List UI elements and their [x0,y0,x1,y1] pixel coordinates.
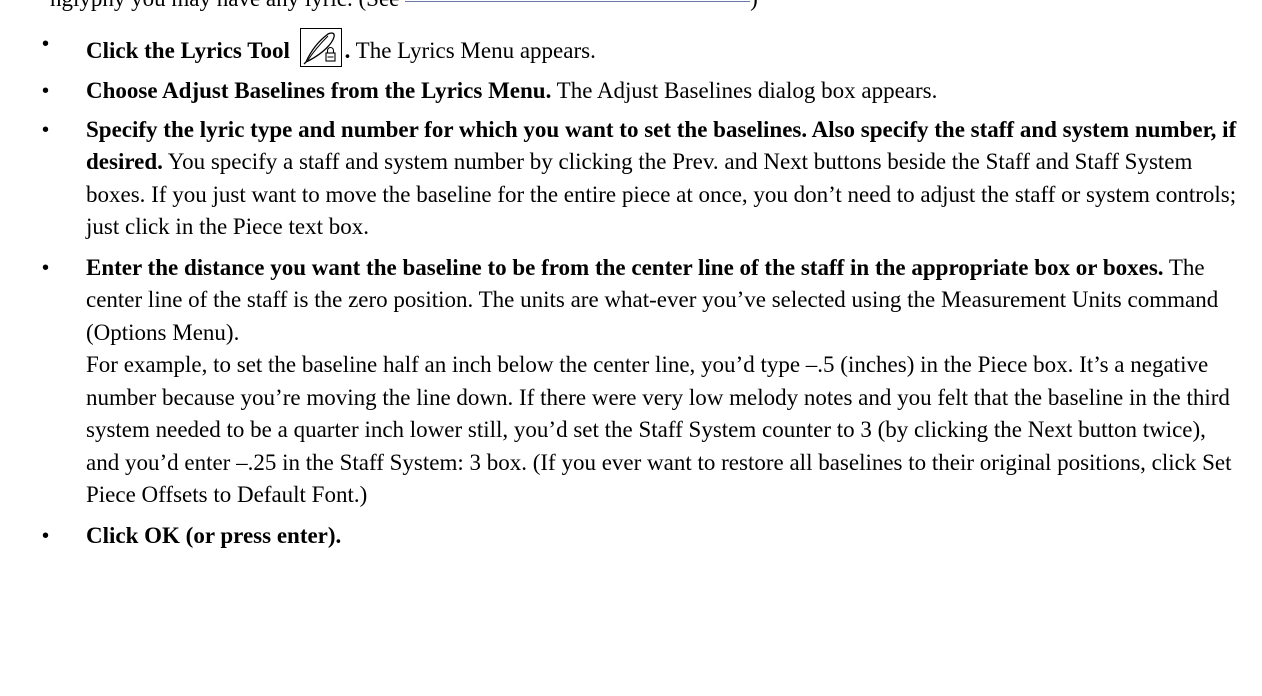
step-item-click-ok: • Click OK (or press enter). [0,520,1262,553]
bullet-marker: • [42,524,50,547]
step-instruction-bold: Click the Lyrics Tool [86,38,290,63]
bullet-marker: • [42,256,50,279]
instruction-steps-list: • Click the Lyrics Tool . The Lyrics Men… [0,28,1262,552]
step-item-click-lyrics-tool: • Click the Lyrics Tool . The Lyrics Men… [0,28,1262,67]
step-item-choose-adjust-baselines: • Choose Adjust Baselines from the Lyric… [0,75,1262,108]
step-description: You specify a staff and system number by… [86,149,1237,239]
lyrics-tool-pen-icon[interactable] [299,28,342,67]
step-description: The Lyrics Menu appears. [350,38,596,63]
step-item-specify-lyric-type: • Specify the lyric type and number for … [0,114,1262,244]
step-description: The Adjust Baselines dialog box appears. [551,78,938,103]
step-item-enter-distance: • Enter the distance you want the baseli… [0,252,1262,512]
step-instruction-bold: Click OK (or press enter). [86,522,342,548]
intro-line-partial: nglyphy you may have any lyric. (See ) [50,0,758,16]
step-example-paragraph: For example, to set the baseline half an… [86,352,1232,507]
intro-line-text: nglyphy you may have any lyric. (See [50,0,399,11]
step-instruction-bold: Choose Adjust Baselines from the Lyrics … [86,78,552,103]
bullet-marker: • [42,118,50,141]
bullet-marker: • [42,33,50,55]
cross-reference-link[interactable] [405,0,751,2]
bullet-marker: • [42,80,50,102]
step-instruction-bold: Enter the distance you want the baseline… [86,254,1164,280]
